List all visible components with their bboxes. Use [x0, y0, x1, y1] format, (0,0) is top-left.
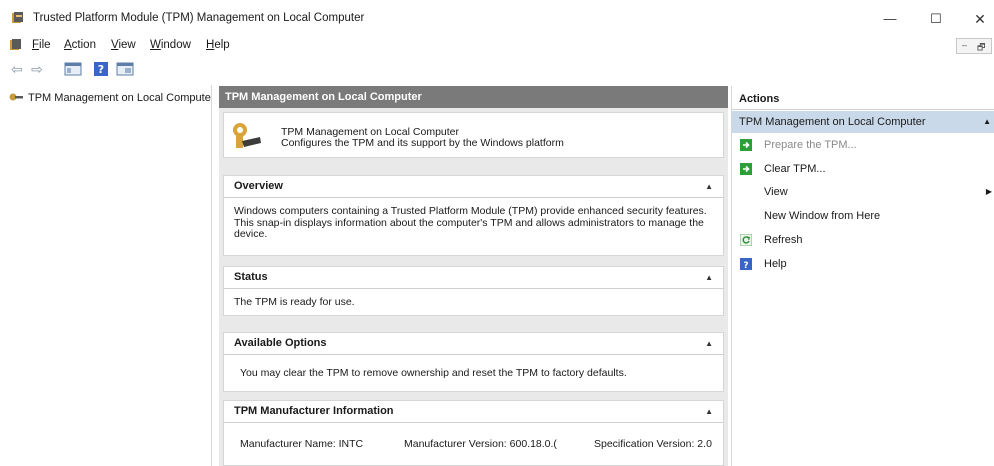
action-prepare-tpm[interactable]: Prepare the TPM... [732, 135, 994, 155]
intro-card: TPM Management on Local Computer Configu… [223, 112, 724, 158]
tpm-key-icon [233, 123, 261, 148]
manufacturer-header[interactable]: TPM Manufacturer Information ▲ [224, 401, 723, 423]
overview-title: Overview [234, 180, 283, 192]
menu-file[interactable]: File [32, 39, 51, 51]
tree-item-tpm-management[interactable]: TPM Management on Local Computer [9, 91, 212, 104]
tpm-app-icon [12, 12, 23, 23]
center-header: TPM Management on Local Computer [219, 86, 728, 108]
tree-item-label: TPM Management on Local Computer [28, 92, 212, 104]
minimize-button[interactable]: — [872, 8, 908, 30]
actions-group-tpm-management[interactable]: TPM Management on Local Computer ▲ [732, 111, 994, 133]
manufacturer-info-row: Manufacturer Name: INTC Manufacturer Ver… [224, 423, 723, 459]
refresh-icon [740, 234, 752, 246]
status-text: The TPM is ready for use. [234, 296, 355, 308]
menu-view[interactable]: View [111, 39, 136, 51]
submenu-arrow-icon: ▶ [985, 187, 992, 196]
specification-version: Specification Version: 2.0 [594, 438, 712, 450]
green-action-icon [740, 139, 752, 151]
mdi-minimize-button[interactable]: – [962, 40, 967, 50]
manufacturer-version: Manufacturer Version: 600.18.0.( [404, 438, 557, 450]
status-header[interactable]: Status ▲ [224, 267, 723, 289]
available-options-header[interactable]: Available Options ▲ [224, 333, 723, 355]
intro-description: Configures the TPM and its support by th… [281, 137, 564, 149]
action-label: New Window from Here [764, 210, 881, 222]
menu-help[interactable]: Help [206, 39, 230, 51]
action-label: Help [764, 258, 787, 270]
toolbar: ⇦ ⇨ ? [0, 57, 994, 81]
collapse-caret-icon[interactable]: ▲ [705, 176, 713, 197]
window-title: Trusted Platform Module (TPM) Management… [33, 12, 365, 24]
key-icon [9, 93, 23, 101]
available-options-text: You may clear the TPM to remove ownershi… [240, 367, 627, 379]
help-icon: ? [740, 258, 752, 270]
overview-header[interactable]: Overview ▲ [224, 176, 723, 198]
action-view[interactable]: View ▶ [732, 182, 994, 202]
maximize-button[interactable]: ☐ [918, 8, 954, 30]
actions-header: Actions [732, 88, 994, 110]
title-bar: Trusted Platform Module (TPM) Management… [0, 0, 994, 34]
action-label: View [764, 186, 788, 198]
available-options-section: Available Options ▲ You may clear the TP… [223, 332, 724, 392]
collapse-caret-icon[interactable]: ▲ [705, 401, 713, 422]
overview-section: Overview ▲ Windows computers containing … [223, 175, 724, 256]
mdi-restore-button[interactable]: 🗗 [977, 40, 985, 56]
tpm-menu-icon[interactable] [9, 38, 23, 52]
properties-icon[interactable] [116, 61, 134, 77]
collapse-caret-icon[interactable]: ▲ [705, 333, 713, 354]
action-label: Prepare the TPM... [764, 139, 857, 151]
svg-text:?: ? [743, 261, 748, 270]
mdi-window-controls: – 🗗 [956, 38, 992, 54]
action-label: Clear TPM... [764, 163, 826, 175]
collapse-caret-icon[interactable]: ▲ [705, 267, 713, 288]
menu-window[interactable]: Window [150, 39, 191, 51]
console-tree-icon[interactable] [64, 61, 82, 77]
action-new-window[interactable]: New Window from Here [732, 206, 994, 226]
manufacturer-section: TPM Manufacturer Information ▲ Manufactu… [223, 400, 724, 466]
action-help[interactable]: ? Help [732, 254, 994, 274]
action-clear-tpm[interactable]: Clear TPM... [732, 159, 994, 179]
menu-bar: File Action View Window Help – 🗗 [0, 35, 994, 55]
actions-group-label: TPM Management on Local Computer [739, 116, 926, 128]
menu-action[interactable]: Action [64, 39, 96, 51]
console-tree: TPM Management on Local Computer [5, 85, 212, 466]
overview-text: Windows computers containing a Trusted P… [234, 205, 707, 240]
center-pane: TPM Management on Local Computer TPM Man… [219, 86, 728, 466]
status-section: Status ▲ The TPM is ready for use. [223, 266, 724, 316]
collapse-caret-icon[interactable]: ▲ [983, 111, 991, 133]
svg-text:?: ? [98, 63, 104, 76]
manufacturer-name: Manufacturer Name: INTC [240, 438, 364, 450]
help-icon[interactable]: ? [92, 61, 110, 77]
available-options-title: Available Options [234, 337, 327, 349]
status-title: Status [234, 271, 268, 283]
action-label: Refresh [764, 234, 803, 246]
back-arrow-icon[interactable]: ⇦ [8, 60, 26, 78]
action-refresh[interactable]: Refresh [732, 230, 994, 250]
close-button[interactable]: ✕ [962, 8, 994, 30]
forward-arrow-icon[interactable]: ⇨ [28, 60, 46, 78]
manufacturer-title: TPM Manufacturer Information [234, 405, 394, 417]
actions-pane: Actions TPM Management on Local Computer… [731, 86, 994, 466]
green-action-icon [740, 163, 752, 175]
